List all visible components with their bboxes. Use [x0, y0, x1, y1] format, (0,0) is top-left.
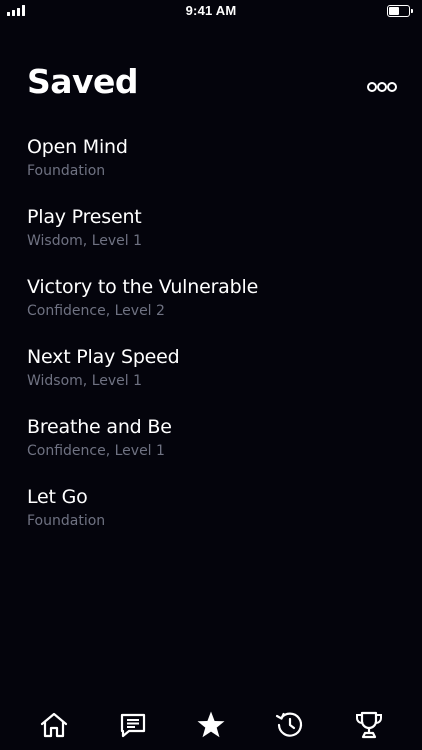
item-title: Let Go	[27, 486, 88, 508]
tab-home[interactable]	[38, 709, 70, 741]
status-time: 9:41 AM	[185, 3, 237, 18]
item-title: Victory to the Vulnerable	[27, 276, 259, 298]
item-title: Open Mind	[27, 136, 128, 158]
saved-item-let-go[interactable]: Let Go Foundation	[27, 484, 397, 554]
history-icon	[275, 712, 303, 737]
saved-item-open-mind[interactable]: Open Mind Foundation	[27, 134, 397, 204]
more-options-button[interactable]	[362, 78, 402, 96]
tab-saved[interactable]	[195, 709, 227, 741]
tab-bar	[0, 700, 422, 750]
ellipsis-icon	[367, 82, 397, 92]
item-subtitle: Wisdom, Level 1	[27, 233, 143, 249]
battery-icon	[387, 5, 413, 17]
item-title: Play Present	[27, 206, 142, 228]
status-bar: 9:41 AM	[0, 0, 422, 24]
page-title: Saved	[27, 62, 139, 101]
star-icon	[197, 711, 225, 738]
item-subtitle: Confidence, Level 1	[27, 443, 165, 459]
item-subtitle: Foundation	[27, 513, 106, 529]
tab-achievements[interactable]	[353, 709, 385, 741]
item-subtitle: Foundation	[27, 163, 106, 179]
item-title: Breathe and Be	[27, 416, 172, 438]
chat-icon	[120, 713, 146, 738]
tab-chat[interactable]	[117, 709, 149, 741]
saved-list: Open Mind Foundation Play Present Wisdom…	[27, 134, 397, 554]
item-subtitle: Confidence, Level 2	[27, 303, 165, 319]
trophy-icon	[355, 711, 383, 739]
saved-item-victory-to-the-vulnerable[interactable]: Victory to the Vulnerable Confidence, Le…	[27, 274, 397, 344]
saved-item-breathe-and-be[interactable]: Breathe and Be Confidence, Level 1	[27, 414, 397, 484]
saved-item-play-present[interactable]: Play Present Wisdom, Level 1	[27, 204, 397, 274]
home-icon	[40, 712, 68, 738]
tab-history[interactable]	[274, 709, 306, 741]
saved-item-next-play-speed[interactable]: Next Play Speed Widsom, Level 1	[27, 344, 397, 414]
item-subtitle: Widsom, Level 1	[27, 373, 143, 389]
item-title: Next Play Speed	[27, 346, 180, 368]
